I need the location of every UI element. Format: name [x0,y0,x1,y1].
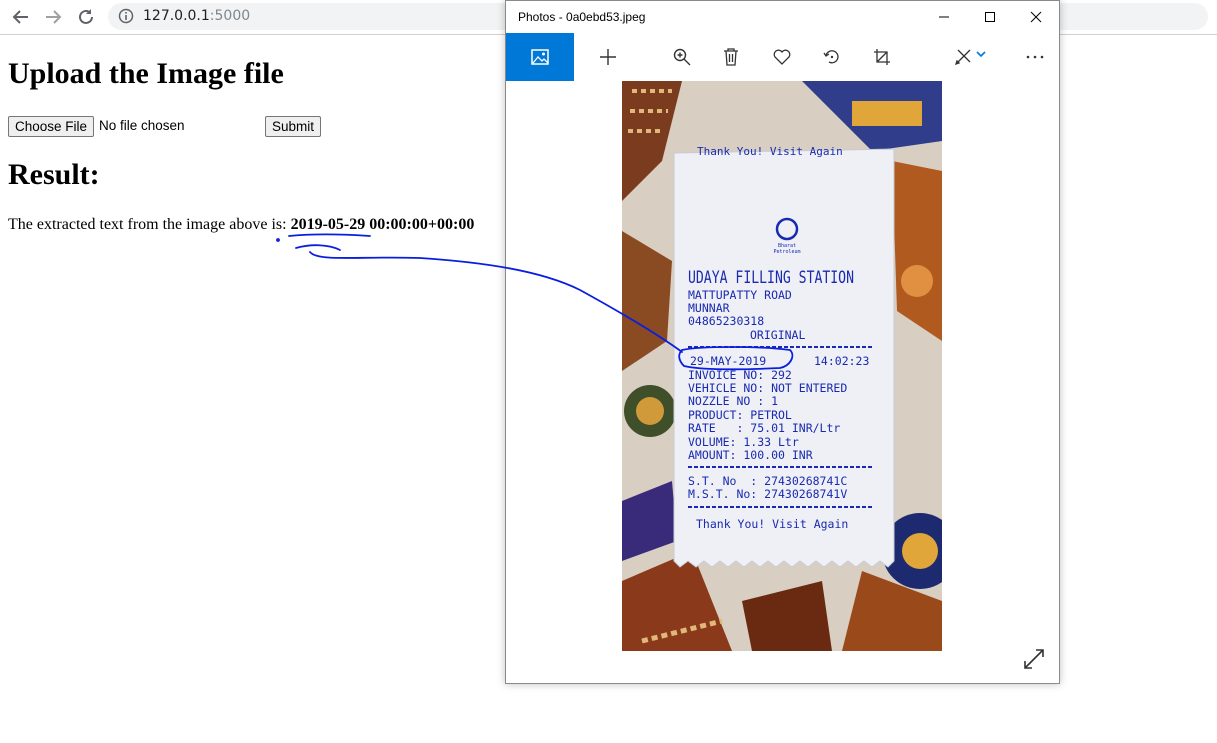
fullscreen-button[interactable] [1022,647,1046,671]
rotate-icon [823,50,839,64]
arrow-left-icon [12,10,28,24]
receipt-phone: 04865230318 [688,314,764,328]
minimize-icon [939,16,949,18]
url-host: 127.0.0.1 [143,8,210,24]
close-button[interactable] [1013,1,1059,33]
maximize-icon [985,12,995,22]
receipt-time: 14:02:23 [814,354,869,368]
more-icon [1026,55,1044,59]
receipt-address2: MUNNAR [688,301,730,315]
info-icon[interactable] [118,8,134,24]
receipt-invoice: INVOICE NO: 292 [688,368,792,382]
forward-button[interactable] [42,6,64,28]
receipt-amount: AMOUNT: 100.00 INR [688,448,813,462]
minimize-button[interactable] [921,1,967,33]
receipt-rate: RATE : 75.01 INR/Ltr [688,421,840,435]
receipt-station: UDAYA FILLING STATION [688,268,854,288]
zoom-in-icon [673,48,691,66]
submit-button[interactable]: Submit [265,116,322,137]
receipt-address1: MATTUPATTY ROAD [688,288,792,302]
rotate-button[interactable] [808,33,856,81]
photo-canvas: Thank You! Visit Again Bharat Petroleum … [506,81,1059,683]
chevron-down-icon [976,51,986,58]
result-value: 2019-05-29 00:00:00+00:00 [290,216,475,233]
receipt-mst: M.S.T. No: 27430268741V [688,487,847,501]
crop-button[interactable] [858,33,906,81]
result-line: The extracted text from the image above … [8,216,474,234]
reload-icon [79,9,93,24]
favorite-button[interactable] [758,33,806,81]
edit-button[interactable] [946,33,994,81]
add-icon [600,49,616,65]
arrow-right-icon [46,10,62,24]
receipt-product: PRODUCT: PETROL [688,408,792,422]
expand-icon [1024,649,1044,669]
receipt-st: S.T. No : 27430268741C [688,474,847,488]
add-button[interactable] [584,33,632,81]
more-button[interactable] [1011,33,1059,81]
photos-toolbar [506,33,1059,81]
receipt-thanks: Thank You! Visit Again [696,517,848,531]
receipt-vehicle: VEHICLE NO: NOT ENTERED [688,381,847,395]
edit-icon [954,49,971,66]
image-icon [531,49,549,65]
delete-button[interactable] [707,33,755,81]
crop-icon [874,49,890,65]
result-heading: Result: [8,158,100,191]
page-title: Upload the Image file [8,57,284,90]
url-port: :5000 [209,8,251,24]
choose-file-button[interactable]: Choose File [8,116,95,137]
receipt-date: 29-MAY-2019 [690,354,766,368]
result-prefix: The extracted text from the image above … [8,216,291,233]
maximize-button[interactable] [967,1,1013,33]
image-view-button[interactable] [506,33,574,81]
receipt-photo: Thank You! Visit Again Bharat Petroleum … [622,81,942,651]
reload-button[interactable] [75,6,97,28]
photos-title: Photos - 0a0ebd53.jpeg [518,10,646,24]
url-text[interactable]: 127.0.0.1:5000 [143,8,250,24]
receipt-nozzle: NOZZLE NO : 1 [688,394,778,408]
receipt-top-text: Thank You! Visit Again [697,145,843,158]
delete-icon [724,48,738,66]
file-status-text: No file chosen [99,118,185,133]
receipt-copy: ORIGINAL [750,328,805,342]
heart-icon [773,49,791,65]
photos-window: Photos - 0a0ebd53.jpeg Thank You! Visit … [505,0,1060,684]
close-icon [1030,11,1042,23]
receipt-volume: VOLUME: 1.33 Ltr [688,435,799,449]
receipt-logo-line2: Petroleum [773,249,800,255]
zoom-in-button[interactable] [658,33,706,81]
back-button[interactable] [10,6,32,28]
photos-titlebar[interactable]: Photos - 0a0ebd53.jpeg [506,1,1059,33]
